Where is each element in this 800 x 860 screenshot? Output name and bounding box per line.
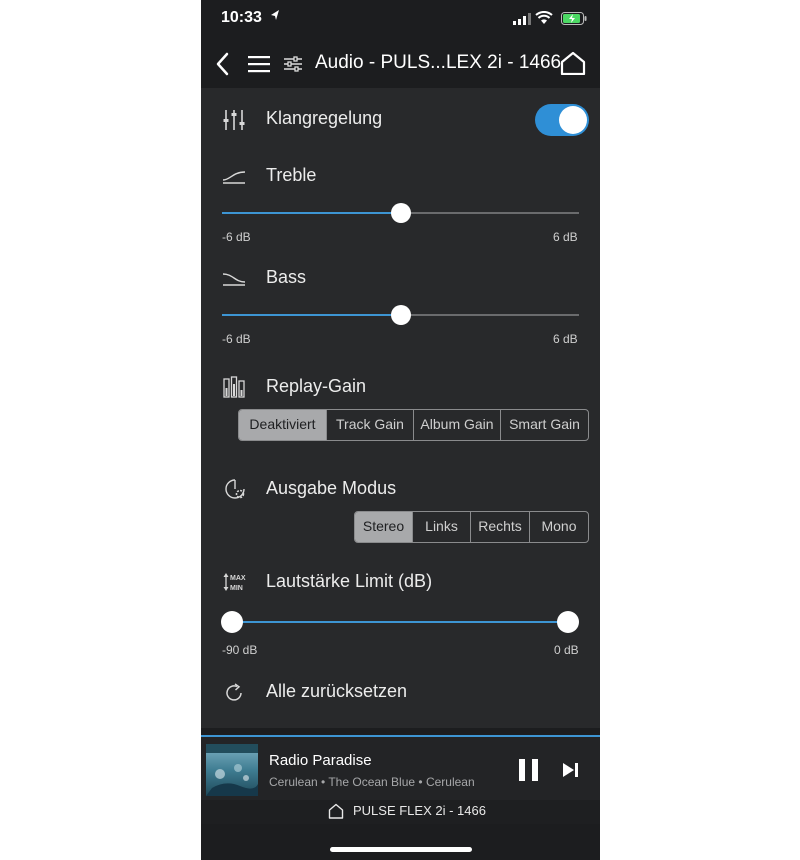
treble-max-label: 6 dB (553, 230, 578, 244)
status-time: 10:33 (221, 9, 262, 26)
output-mode-label: Ausgabe Modus (266, 478, 397, 498)
audio-settings-panel (201, 88, 600, 728)
treble-slider-thumb[interactable] (390, 203, 411, 223)
back-chevron-icon[interactable] (215, 52, 229, 76)
treble-slider-fill (222, 212, 401, 214)
audio-settings-icon (284, 56, 302, 72)
nav-bar: Audio - PULS...LEX 2i - 1466 (201, 40, 600, 88)
home-icon[interactable] (560, 51, 586, 75)
replay-gain-option-deaktiviert[interactable]: Deaktiviert (239, 410, 326, 440)
bass-icon (223, 273, 245, 286)
bass-slider[interactable] (222, 305, 579, 325)
output-mode-option-rechts[interactable]: Rechts (470, 512, 529, 542)
menu-icon[interactable] (248, 54, 270, 74)
output-mode-segmented-control: Stereo Links Rechts Mono (354, 511, 589, 543)
output-mode-option-mono[interactable]: Mono (529, 512, 588, 542)
bass-slider-thumb[interactable] (390, 305, 411, 325)
device-bar[interactable]: PULSE FLEX 2i - 1466 (201, 800, 600, 824)
reset-all-button[interactable]: Alle zurücksetzen (266, 681, 407, 702)
svg-text:MIN: MIN (230, 585, 243, 592)
equalizer-label: Klangregelung (266, 108, 383, 128)
device-name: PULSE FLEX 2i - 1466 (353, 803, 486, 818)
location-arrow-icon (271, 10, 279, 20)
bass-label: Bass (266, 267, 307, 287)
cellular-signal-icon (513, 13, 531, 25)
treble-slider[interactable] (222, 203, 579, 223)
replay-gain-option-track-gain[interactable]: Track Gain (326, 410, 413, 440)
now-playing-bar[interactable]: Radio Paradise Cerulean • The Ocean Blue… (201, 737, 600, 800)
treble-icon (223, 171, 245, 184)
bass-min-label: -6 dB (222, 332, 251, 346)
pause-icon[interactable] (518, 759, 540, 781)
volume-limit-min-thumb[interactable] (221, 611, 243, 633)
output-mode-option-links[interactable]: Links (412, 512, 470, 542)
volume-limit-icon: MAX MIN (223, 573, 246, 592)
bass-max-label: 6 dB (553, 332, 578, 346)
page-title: Audio - PULS...LEX 2i - 1466 (315, 52, 562, 73)
volume-limit-min-label: -90 dB (222, 643, 258, 657)
station-name: Radio Paradise (269, 752, 372, 769)
replay-gain-icon (223, 376, 245, 398)
replay-gain-label: Replay-Gain (266, 376, 367, 396)
volume-limit-max-thumb[interactable] (557, 611, 579, 633)
replay-gain-segmented-control: Deaktiviert Track Gain Album Gain Smart … (238, 409, 589, 441)
svg-text:MAX: MAX (230, 575, 246, 582)
track-info: Cerulean • The Ocean Blue • Cerulean (269, 775, 475, 789)
volume-limit-fill (232, 621, 568, 623)
toggle-knob (559, 106, 587, 134)
wifi-icon (535, 11, 553, 24)
app-screen: 10:33 Audio - PULS...LEX 2i - 1466 Klang… (201, 0, 600, 860)
treble-label: Treble (266, 165, 317, 185)
equalizer-toggle[interactable] (535, 104, 589, 136)
home-device-icon (328, 803, 344, 819)
home-indicator[interactable] (330, 847, 472, 852)
bass-slider-fill (222, 314, 401, 316)
skip-next-icon[interactable] (563, 763, 579, 777)
output-mode-option-stereo[interactable]: Stereo (355, 512, 412, 542)
volume-limit-max-label: 0 dB (554, 643, 579, 657)
replay-gain-option-smart-gain[interactable]: Smart Gain (500, 410, 588, 440)
album-art[interactable] (206, 744, 258, 796)
volume-limit-label: Lautstärke Limit (dB) (266, 571, 433, 591)
treble-min-label: -6 dB (222, 230, 251, 244)
output-mode-icon (225, 479, 245, 499)
status-bar: 10:33 (201, 0, 600, 38)
replay-gain-option-album-gain[interactable]: Album Gain (413, 410, 500, 440)
equalizer-icon (223, 110, 245, 130)
volume-limit-range-slider[interactable] (221, 611, 579, 633)
battery-charging-icon (561, 12, 587, 25)
reset-icon[interactable] (223, 682, 245, 704)
